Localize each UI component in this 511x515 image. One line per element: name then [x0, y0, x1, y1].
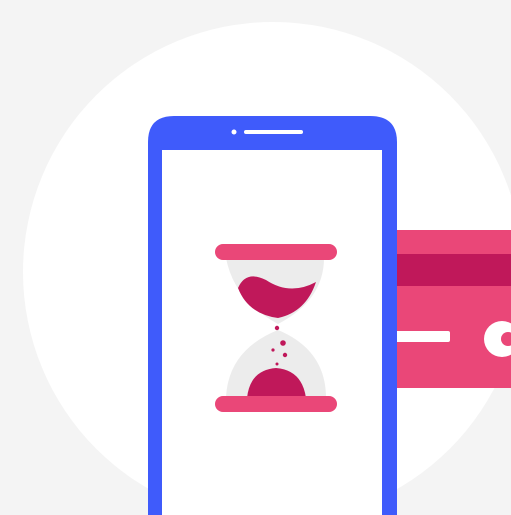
card-body [380, 230, 511, 388]
card-number-dash [392, 331, 450, 342]
hourglass-top-cap [215, 244, 337, 260]
phone-speaker-slot [244, 130, 303, 134]
sand-grain [275, 362, 279, 366]
phone-camera-dot [231, 129, 237, 135]
credit-card-icon [380, 230, 511, 388]
sand-grain [280, 340, 286, 346]
sand-grain [274, 325, 280, 331]
phone-screen [162, 150, 382, 515]
sand-grain [282, 352, 288, 358]
illustration-stage [0, 0, 511, 515]
illustration-svg [0, 0, 511, 515]
card-magnetic-stripe [380, 254, 511, 286]
hourglass-bottom-cap [215, 396, 337, 412]
sand-grain [271, 348, 275, 352]
